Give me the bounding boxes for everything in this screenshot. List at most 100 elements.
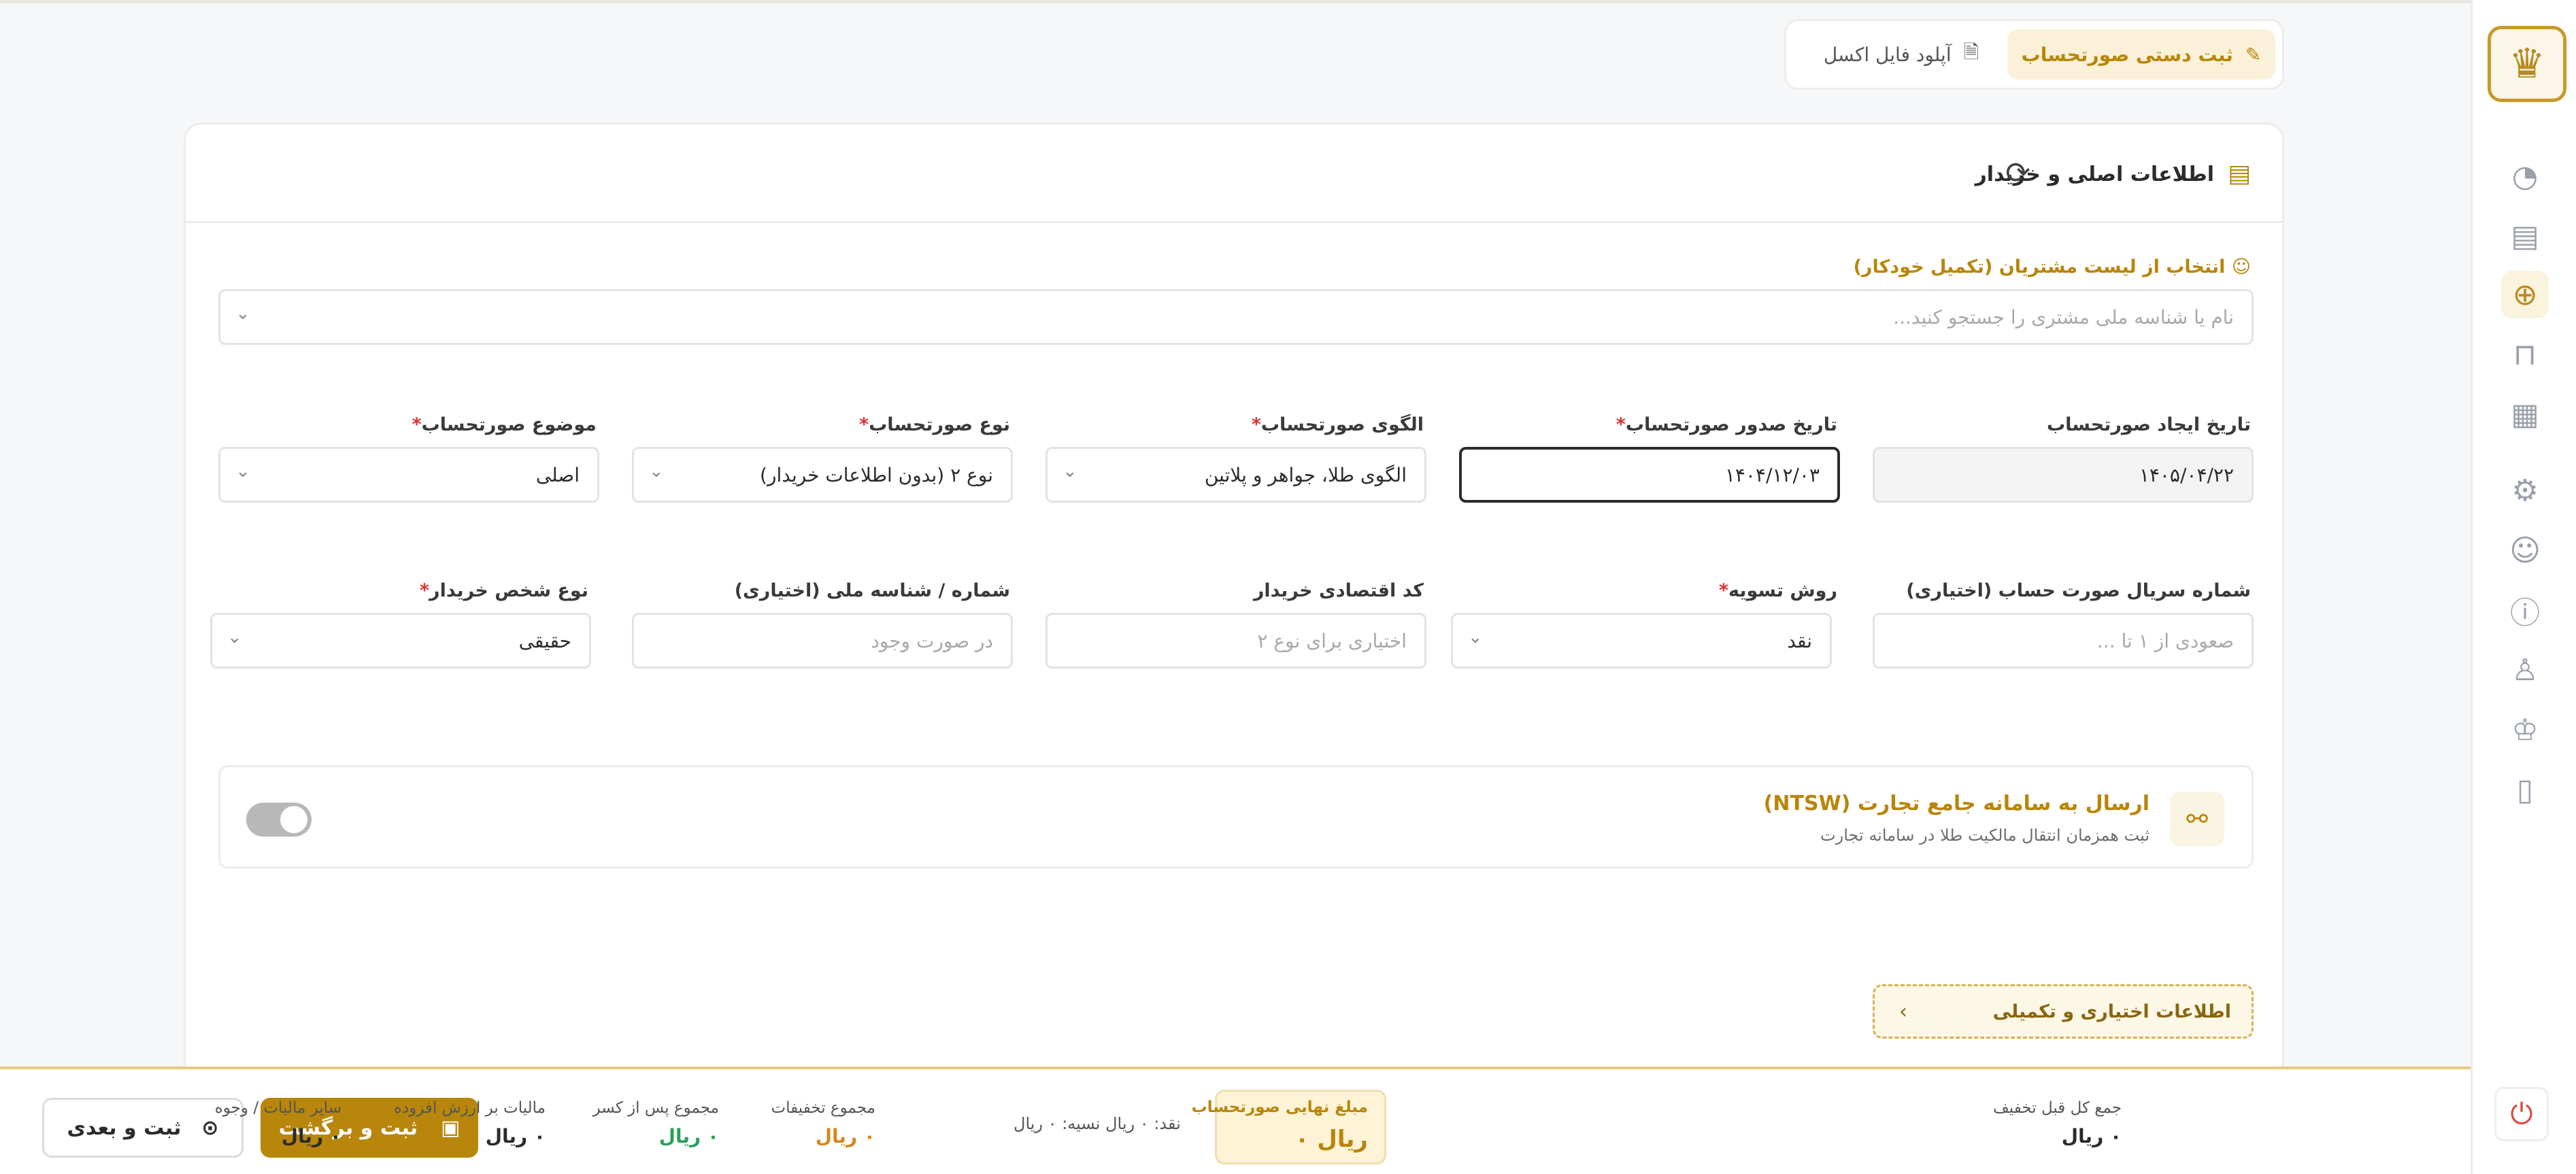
ntsw-subtitle: ثبت همزمان انتقال مالکیت طلا در سامانه ت…: [1820, 826, 2150, 845]
gear-icon[interactable]: ⚙: [2501, 467, 2549, 514]
grid-icon[interactable]: ▦: [2501, 390, 2549, 438]
economic-code-label-text: کد اقتصادی خریدار: [1253, 580, 1424, 601]
summary-item-total-before-discount: جمع کل قبل تخفیف ۰ ریال: [1993, 1099, 2122, 1147]
users-icon[interactable]: ☺: [2501, 526, 2549, 574]
sidebar: ♛ ◔ ▤ ⊕ ⊓ ▦ ⚙ ☺ ⓘ ♙ ♔ ▯ ⏻: [2471, 0, 2576, 1174]
chevron-down-icon: ⌄: [1063, 461, 1077, 482]
dashboard-icon[interactable]: ◔: [2501, 152, 2549, 200]
serial-label: شماره سریال صورت حساب (اختیاری): [1906, 580, 2251, 601]
logout-icon[interactable]: ⏻: [2494, 1087, 2549, 1141]
pattern-label-text: الگوی صورتحساب: [1260, 414, 1424, 435]
buyer-type-select[interactable]: حقیقی ⌄: [210, 613, 591, 669]
link-icon: ⚯: [2170, 792, 2224, 846]
optional-info-accordion[interactable]: اطلاعات اختیاری و تکمیلی ‹: [1873, 984, 2254, 1039]
invoice-form-card: ▤ اطلاعات اصلی و خریدار ⟳ انتخاب از لیست…: [184, 122, 2284, 1174]
required-mark: *: [1718, 580, 1728, 601]
created-date-label: تاریخ ایجاد صورتحساب: [2047, 414, 2251, 435]
issue-date-label-text: تاریخ صدور صورتحساب: [1625, 414, 1837, 435]
optional-info-label: اطلاعات اختیاری و تکمیلی: [1992, 1001, 2231, 1022]
chevron-down-icon: ⌄: [235, 461, 250, 482]
type-value: نوع ۲ (بدون اطلاعات خریدار): [760, 463, 993, 486]
economic-code-input[interactable]: اختیاری برای نوع ۲: [1046, 613, 1426, 669]
edit-icon: ✎: [2245, 43, 2262, 66]
tab-excel-upload[interactable]: آپلود فایل اکسل 🗎: [1805, 29, 1998, 80]
file-excel-icon: 🗎: [1963, 41, 1979, 63]
pattern-label: *الگوی صورتحساب: [1248, 414, 1424, 435]
summary-item-other-tax: سایر مالیات / وجوه ۰ ریال: [215, 1099, 341, 1147]
mobile-icon[interactable]: ▯: [2501, 766, 2549, 814]
summary-value: ۰ ریال: [815, 1125, 875, 1147]
chevron-down-icon: ⌄: [649, 461, 664, 482]
national-id-placeholder: در صورت وجود: [871, 629, 993, 652]
card-header: ▤ اطلاعات اصلی و خریدار ⟳: [186, 124, 2282, 223]
summary-title: جمع کل قبل تخفیف: [1993, 1099, 2122, 1117]
customer-label-text: انتخاب از لیست مشتریان (تکمیل خودکار): [1853, 256, 2226, 278]
info-icon[interactable]: ⓘ: [2501, 586, 2549, 634]
serial-label-text: شماره سریال صورت حساب (اختیاری): [1906, 580, 2251, 601]
buyer-type-label: *نوع شخص خریدار: [416, 580, 588, 601]
customer-select-label: انتخاب از لیست مشتریان (تکمیل خودکار) ☺: [1854, 256, 2251, 278]
pattern-value: الگوی طلا، جواهر و پلاتین: [1204, 463, 1407, 486]
summary-item-vat: مالیات بر ارزش افزوده ۰ ریال: [394, 1099, 546, 1147]
tab-manual-invoice[interactable]: ثبت دستی صورتحساب ✎: [2007, 29, 2275, 80]
summary-title: مالیات بر ارزش افزوده: [393, 1099, 546, 1117]
user-outline-icon: ☺: [2231, 256, 2251, 278]
summary-value: ۰ ریال: [485, 1125, 546, 1147]
receipt-icon: ▤: [2227, 160, 2251, 188]
ntsw-panel: ⚯ ارسال به سامانه جامع تجارت (NTSW) ثبت …: [218, 765, 2254, 869]
crown-icon[interactable]: ♔: [2501, 706, 2549, 754]
summary-value: ۰ ریال: [2061, 1125, 2122, 1147]
chevron-down-icon: ⌄: [235, 303, 250, 324]
ntsw-toggle[interactable]: [246, 803, 312, 837]
subject-label: *موضوع صورتحساب: [407, 414, 597, 435]
created-date-field: ۱۴۰۵/۰۴/۲۲: [1873, 447, 2254, 503]
user-icon[interactable]: ♙: [2501, 646, 2549, 694]
serial-placeholder: صعودی از ۱ تا ...: [2096, 629, 2234, 652]
issue-date-input[interactable]: ۱۴۰۴/۱۲/۰۳: [1459, 447, 1840, 503]
subject-select[interactable]: اصلی ⌄: [218, 447, 599, 503]
footer-bar: ثبت و بعدی ⊙ ثبت و برگشت ▣ نقد: ۰ ریال ن…: [0, 1067, 2471, 1174]
chevron-down-icon: ⌄: [1468, 627, 1483, 648]
ntsw-title: ارسال به سامانه جامع تجارت (NTSW): [1763, 792, 2150, 816]
summary-item-discounts: مجموع تخفیفات ۰ ریال: [771, 1099, 876, 1147]
save-next-button[interactable]: ثبت و بعدی ⊙: [42, 1098, 244, 1158]
economic-code-label: کد اقتصادی خریدار: [1254, 580, 1424, 601]
created-date-label-text: تاریخ ایجاد صورتحساب: [2047, 414, 2251, 435]
issue-date-value: ۱۴۰۴/۱۲/۰۳: [1724, 463, 1820, 486]
type-select[interactable]: نوع ۲ (بدون اطلاعات خریدار) ⌄: [632, 447, 1013, 503]
national-id-input[interactable]: در صورت وجود: [632, 613, 1013, 669]
shopping-bag-icon[interactable]: ⊓: [2501, 331, 2549, 378]
economic-code-placeholder: اختیاری برای نوع ۲: [1257, 629, 1407, 652]
summary-value: ۰ ریال: [658, 1125, 719, 1147]
tab-manual-label: ثبت دستی صورتحساب: [2021, 43, 2233, 66]
document-icon[interactable]: ▤: [2501, 212, 2549, 260]
summary-title: مجموع تخفیفات: [771, 1099, 876, 1117]
settlement-select[interactable]: نقد ⌄: [1451, 613, 1832, 669]
final-amount-title: مبلغ نهایی صورتحساب: [1191, 1098, 1368, 1116]
national-id-label: شماره / شناسه ملی (اختیاری): [735, 580, 1010, 601]
type-label-text: نوع صورتحساب: [869, 414, 1010, 435]
customer-search-placeholder: نام یا شناسه ملی مشتری را جستجو کنید...: [1893, 305, 2234, 329]
toggle-knob: [280, 806, 307, 833]
subject-label-text: موضوع صورتحساب: [421, 414, 597, 435]
final-amount-value: ۰ ریال: [1294, 1126, 1368, 1153]
add-circle-icon[interactable]: ⊕: [2501, 271, 2549, 318]
chevron-left-icon: ‹: [1899, 1000, 1907, 1024]
issue-date-label: *تاریخ صدور صورتحساب: [1612, 414, 1837, 435]
refresh-icon[interactable]: ⟳: [2005, 156, 2030, 190]
required-mark: *: [419, 580, 430, 601]
final-amount-box: مبلغ نهایی صورتحساب ۰ ریال: [1192, 1090, 1386, 1164]
summary-item-after-deduction: مجموع پس از کسر ۰ ریال: [593, 1099, 719, 1147]
national-id-label-text: شماره / شناسه ملی (اختیاری): [734, 580, 1010, 601]
cash-credit-note: نقد: ۰ ریال نسیه: ۰ ریال: [1014, 1114, 1181, 1133]
created-date-value: ۱۴۰۵/۰۴/۲۲: [2139, 463, 2234, 486]
summary-title: سایر مالیات / وجوه: [214, 1099, 341, 1117]
app-logo[interactable]: ♛: [2488, 26, 2566, 102]
pattern-select[interactable]: الگوی طلا، جواهر و پلاتین ⌄: [1046, 447, 1426, 503]
serial-input[interactable]: صعودی از ۱ تا ...: [1873, 613, 2254, 669]
summary-value: ۰ ریال: [281, 1125, 341, 1147]
top-divider: [0, 0, 2471, 3]
save-next-label: ثبت و بعدی: [67, 1116, 182, 1140]
customer-search-input[interactable]: نام یا شناسه ملی مشتری را جستجو کنید... …: [218, 289, 2254, 345]
settlement-label-text: روش تسویه: [1728, 580, 1837, 601]
